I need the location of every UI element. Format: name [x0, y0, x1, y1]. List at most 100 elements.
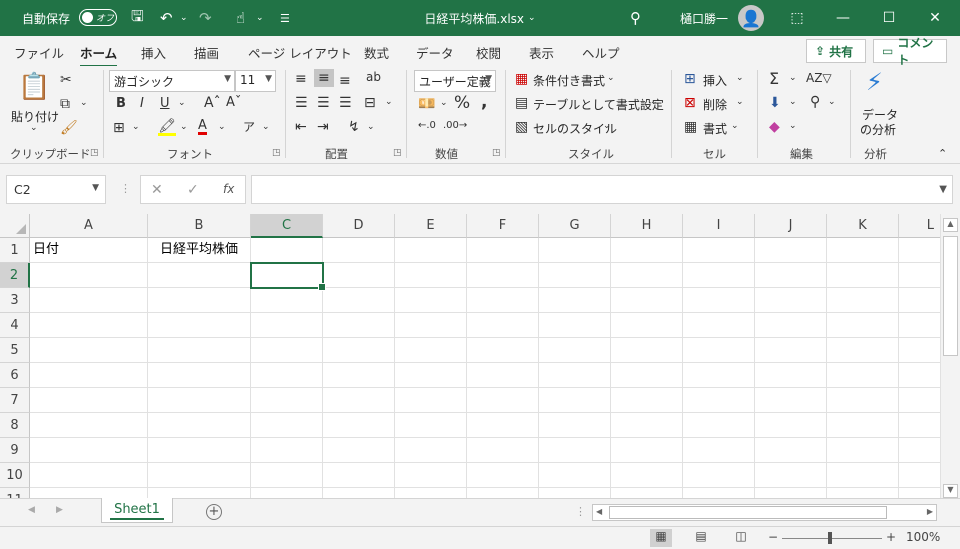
avatar[interactable]: 👤 [738, 5, 764, 31]
autosave-toggle[interactable]: オフ [79, 9, 117, 26]
cell-b4[interactable] [148, 313, 251, 338]
currency-icon[interactable]: 💴 [418, 97, 435, 111]
cell-j7[interactable] [755, 388, 827, 413]
column-header-i[interactable]: I [683, 214, 755, 238]
column-header-j[interactable]: J [755, 214, 827, 238]
cell-d4[interactable] [323, 313, 395, 338]
cell-i2[interactable] [683, 263, 755, 288]
cell-f10[interactable] [467, 463, 539, 488]
comments-button[interactable]: ▭ コメント [873, 36, 947, 67]
cell-a9[interactable] [30, 438, 148, 463]
percent-icon[interactable]: % [454, 95, 470, 112]
font-size-select[interactable]: 11 ▼ [235, 70, 276, 92]
cell-a10[interactable] [30, 463, 148, 488]
page-break-view-icon[interactable]: ◫ [730, 529, 752, 547]
increase-indent-icon[interactable]: ⇥ [317, 120, 329, 134]
fill-dropdown-icon[interactable]: ⌄ [180, 123, 188, 132]
comma-style-icon[interactable]: , [481, 94, 487, 111]
number-launcher-icon[interactable]: ◳ [492, 148, 501, 158]
search-icon[interactable]: ⚲ [630, 0, 641, 36]
cell-e7[interactable] [395, 388, 467, 413]
horizontal-scrollbar[interactable]: ◀ ▶ [592, 504, 937, 521]
tab-splitter-icon[interactable]: ⋮ [575, 505, 586, 518]
cell-j1[interactable] [755, 238, 827, 263]
row-header-5[interactable]: 5 [0, 338, 30, 363]
cell-f1[interactable] [467, 238, 539, 263]
cell-a5[interactable] [30, 338, 148, 363]
cell-d8[interactable] [323, 413, 395, 438]
minimize-icon[interactable]: — [820, 0, 866, 36]
cell-e3[interactable] [395, 288, 467, 313]
cell-h10[interactable] [611, 463, 683, 488]
tab-data[interactable]: データ [416, 43, 454, 62]
cell-b7[interactable] [148, 388, 251, 413]
cell-e1[interactable] [395, 238, 467, 263]
add-sheet-icon[interactable]: + [206, 504, 222, 520]
wrap-text-icon[interactable]: ↯ [348, 120, 360, 134]
wrap-dropdown-icon[interactable]: ⌄ [367, 123, 375, 132]
cell-c3[interactable] [251, 288, 323, 313]
formula-input[interactable]: ▼ [251, 175, 953, 204]
insert-button[interactable]: 挿入 [703, 72, 727, 89]
cell-f11[interactable] [467, 488, 539, 498]
cell-h9[interactable] [611, 438, 683, 463]
chevron-down-icon[interactable]: ⌄ [736, 74, 744, 83]
cell-h8[interactable] [611, 413, 683, 438]
phonetic-icon[interactable]: ア [243, 121, 255, 133]
cell-k2[interactable] [827, 263, 899, 288]
cell-k5[interactable] [827, 338, 899, 363]
tab-insert[interactable]: 挿入 [141, 43, 166, 62]
underline-dropdown-icon[interactable]: ⌄ [178, 99, 186, 108]
cell-j5[interactable] [755, 338, 827, 363]
cell-l2[interactable] [899, 263, 940, 288]
cell-l5[interactable] [899, 338, 940, 363]
underline-icon[interactable]: U [160, 97, 170, 110]
align-middle-icon[interactable]: ≡ [314, 69, 334, 87]
cell-l9[interactable] [899, 438, 940, 463]
column-header-a[interactable]: A [30, 214, 148, 238]
cell-a2[interactable] [30, 263, 148, 288]
cell-b6[interactable] [148, 363, 251, 388]
copy-dropdown-icon[interactable]: ⌄ [80, 99, 88, 108]
cell-e4[interactable] [395, 313, 467, 338]
file-name[interactable]: 日経平均株価.xlsx [424, 10, 524, 27]
align-right-icon[interactable]: ☰ [339, 96, 352, 110]
horizontal-scroll-thumb[interactable] [609, 506, 887, 519]
cell-c1[interactable] [251, 238, 323, 263]
cell-d5[interactable] [323, 338, 395, 363]
number-format-select[interactable]: ユーザー定義 ▼ [414, 70, 496, 92]
cancel-icon[interactable]: ✕ [151, 182, 163, 198]
insert-function-icon[interactable]: fx [223, 182, 234, 196]
cell-g1[interactable] [539, 238, 611, 263]
cell-h11[interactable] [611, 488, 683, 498]
autosum-dropdown-icon[interactable]: ⌄ [789, 74, 797, 83]
italic-icon[interactable]: I [140, 97, 144, 110]
paste-dropdown-icon[interactable]: ⌄ [30, 124, 38, 133]
cell-k9[interactable] [827, 438, 899, 463]
cell-d2[interactable] [323, 263, 395, 288]
zoom-slider[interactable] [782, 538, 882, 539]
cell-e6[interactable] [395, 363, 467, 388]
column-header-c[interactable]: C [251, 214, 323, 238]
row-header-2[interactable]: 2 [0, 263, 30, 288]
touch-mode-icon[interactable]: ☝ [236, 0, 245, 36]
cell-i11[interactable] [683, 488, 755, 498]
decrease-decimal-icon[interactable]: .00→ [443, 121, 467, 131]
column-header-k[interactable]: K [827, 214, 899, 238]
column-header-e[interactable]: E [395, 214, 467, 238]
cell-f6[interactable] [467, 363, 539, 388]
delete-cells-icon[interactable]: ⊠ [684, 96, 696, 110]
touch-dropdown-icon[interactable]: ⌄ [256, 0, 264, 36]
paste-icon[interactable]: 📋 [18, 74, 50, 100]
chevron-down-icon[interactable]: ⌄ [736, 98, 744, 107]
maximize-icon[interactable]: ☐ [866, 0, 912, 36]
cell-c5[interactable] [251, 338, 323, 363]
merge-dropdown-icon[interactable]: ⌄ [385, 98, 393, 107]
zoom-level[interactable]: 100% [906, 530, 940, 544]
cell-k1[interactable] [827, 238, 899, 263]
cell-h2[interactable] [611, 263, 683, 288]
cell-h1[interactable] [611, 238, 683, 263]
cell-j3[interactable] [755, 288, 827, 313]
cell-f7[interactable] [467, 388, 539, 413]
cell-b5[interactable] [148, 338, 251, 363]
